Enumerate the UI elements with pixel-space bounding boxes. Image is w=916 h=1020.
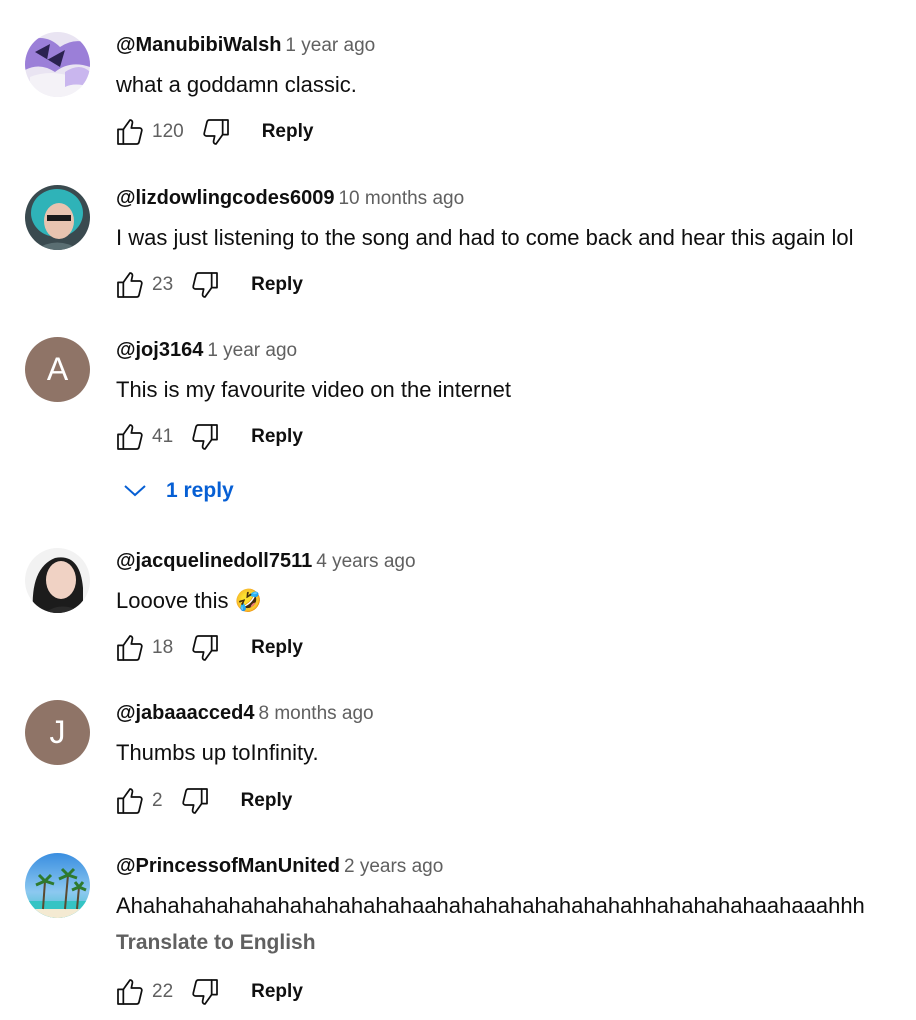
comment-actions: 2 Reply <box>112 783 292 819</box>
comment-actions: 41 Reply <box>112 419 303 455</box>
like-count: 22 <box>152 981 174 1002</box>
comment-text: I was just listening to the song and had… <box>116 225 854 250</box>
comment-text: Looove this 🤣 <box>116 586 262 617</box>
comment-header: @PrincessofManUnited 2 years ago <box>116 853 443 879</box>
like-count: 18 <box>152 637 174 658</box>
view-replies-button[interactable]: 1 reply <box>122 479 234 503</box>
comment-time[interactable]: 8 months ago <box>258 703 373 724</box>
comment-author[interactable]: @jabaaacced4 <box>116 702 254 724</box>
comment-actions: 23 Reply <box>112 267 303 303</box>
reply-button[interactable]: Reply <box>251 637 303 659</box>
comment-text: Thumbs up toInfinity. <box>116 740 319 765</box>
thumbs-up-icon[interactable] <box>112 267 148 303</box>
thumbs-down-icon[interactable] <box>187 630 223 666</box>
comment-header: @ManubibiWalsh 1 year ago <box>116 32 375 58</box>
comment-header: @jabaaacced4 8 months ago <box>116 700 374 726</box>
comment-text: what a goddamn classic. <box>116 72 357 97</box>
comment-author[interactable]: @ManubibiWalsh <box>116 34 281 56</box>
like-count: 2 <box>152 790 163 811</box>
translate-button[interactable]: Translate to English <box>116 931 316 955</box>
thumbs-down-icon[interactable] <box>177 783 213 819</box>
thumbs-up-icon[interactable] <box>112 630 148 666</box>
comment-header: @joj3164 1 year ago <box>116 337 297 363</box>
thumbs-down-icon[interactable] <box>187 267 223 303</box>
comment-text: Ahahahahahahahahahahahahaahahahahahahaha… <box>116 893 865 918</box>
user-avatar[interactable] <box>25 548 90 613</box>
reply-button[interactable]: Reply <box>251 981 303 1003</box>
comment-time[interactable]: 2 years ago <box>344 856 443 877</box>
thumbs-up-icon[interactable] <box>112 114 148 150</box>
comment-author[interactable]: @lizdowlingcodes6009 <box>116 187 334 209</box>
comment-author[interactable]: @PrincessofManUnited <box>116 855 340 877</box>
chevron-down-icon <box>124 485 146 497</box>
comment-author[interactable]: @jacquelinedoll7511 <box>116 550 312 572</box>
comment-actions: 22 Reply <box>112 974 303 1010</box>
thumbs-down-icon[interactable] <box>198 114 234 150</box>
reply-button[interactable]: Reply <box>241 790 293 812</box>
comment-actions: 120 Reply <box>112 114 313 150</box>
comment-author[interactable]: @joj3164 <box>116 339 203 361</box>
reply-button[interactable]: Reply <box>262 121 314 143</box>
like-count: 23 <box>152 274 174 295</box>
comment-header: @lizdowlingcodes6009 10 months ago <box>116 185 464 211</box>
comment-actions: 18 Reply <box>112 630 303 666</box>
replies-count-label: 1 reply <box>166 479 234 502</box>
comment-time[interactable]: 1 year ago <box>285 35 375 56</box>
reply-button[interactable]: Reply <box>251 426 303 448</box>
user-avatar[interactable] <box>25 32 90 97</box>
comment-header: @jacquelinedoll7511 4 years ago <box>116 548 416 574</box>
avatar-letter: J <box>49 714 66 750</box>
thumbs-up-icon[interactable] <box>112 974 148 1010</box>
comment-text-content: Looove this <box>116 588 229 613</box>
reply-button[interactable]: Reply <box>251 274 303 296</box>
thumbs-down-icon[interactable] <box>187 419 223 455</box>
like-count: 120 <box>152 121 184 142</box>
user-avatar[interactable] <box>25 853 90 918</box>
thumbs-up-icon[interactable] <box>112 419 148 455</box>
thumbs-down-icon[interactable] <box>187 974 223 1010</box>
rofl-emoji-icon: 🤣 <box>234 589 263 614</box>
comment-time[interactable]: 1 year ago <box>207 340 297 361</box>
user-avatar[interactable]: J <box>25 700 90 765</box>
user-avatar[interactable] <box>25 185 90 250</box>
avatar-letter: A <box>46 351 69 387</box>
like-count: 41 <box>152 426 174 447</box>
user-avatar[interactable]: A <box>25 337 90 402</box>
comment-text: This is my favourite video on the intern… <box>116 377 511 402</box>
thumbs-up-icon[interactable] <box>112 783 148 819</box>
comment-time[interactable]: 10 months ago <box>338 188 464 209</box>
comment-time[interactable]: 4 years ago <box>316 551 415 572</box>
